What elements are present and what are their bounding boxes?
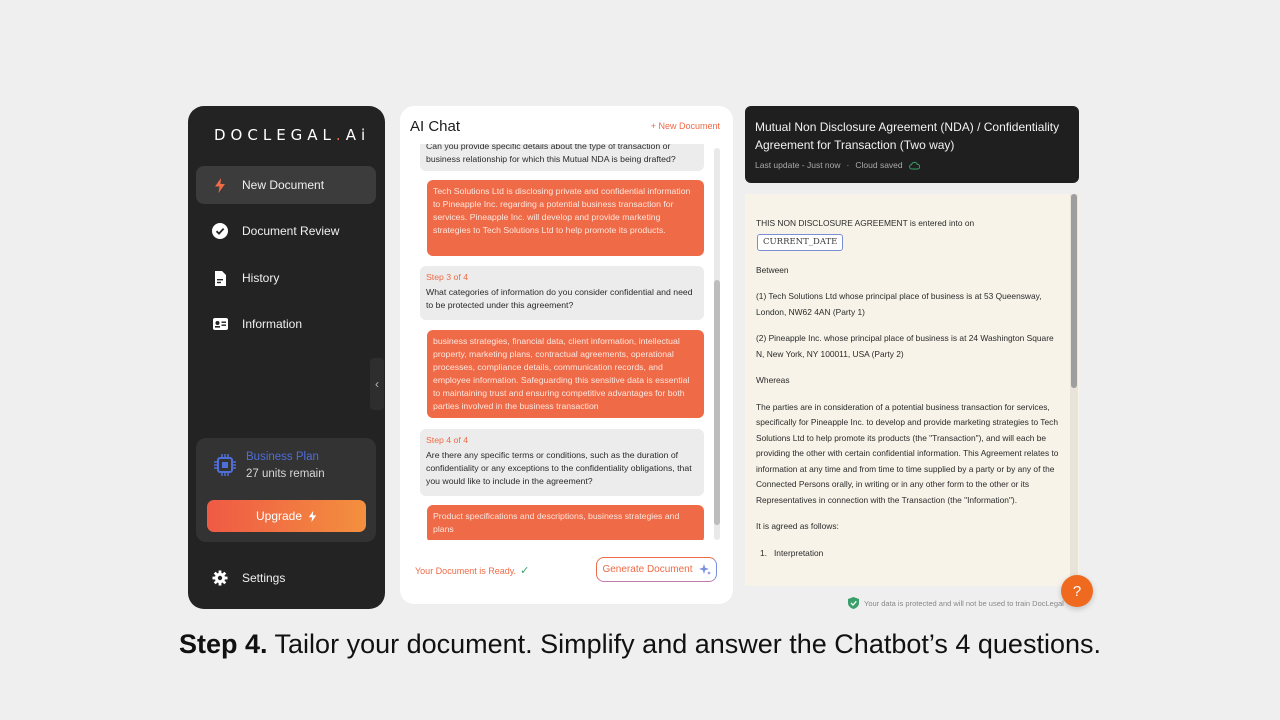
- document-scrollbar[interactable]: [1070, 194, 1078, 586]
- document-icon: [212, 270, 228, 286]
- data-protection-note: Your data is protected and will not be u…: [848, 597, 1064, 609]
- step-label: Step 3 of 4: [426, 272, 469, 282]
- sparkle-icon: [698, 563, 711, 575]
- plan-name: Business Plan: [246, 451, 319, 463]
- chat-title: AI Chat: [410, 118, 461, 135]
- help-button[interactable]: ?: [1061, 575, 1093, 607]
- doc-between: Between: [756, 264, 789, 275]
- sidebar-item-information[interactable]: Information: [196, 305, 376, 343]
- document-scrollbar-thumb[interactable]: [1071, 194, 1077, 388]
- shield-check-icon: [848, 597, 859, 609]
- doc-agreed: It is agreed as follows:: [756, 521, 839, 531]
- chat-scrollbar-thumb[interactable]: [714, 280, 720, 525]
- check-icon: ✓: [520, 565, 530, 577]
- sidebar-item-document-review[interactable]: Document Review: [196, 212, 376, 250]
- app-logo[interactable]: DOCLEGAL.Ai: [214, 126, 370, 144]
- document-preview[interactable]: THIS NON DISCLOSURE AGREEMENT is entered…: [745, 194, 1079, 586]
- generate-document-button[interactable]: Generate Document: [596, 557, 717, 582]
- sidebar: DOCLEGAL.Ai New Document Document Review…: [188, 106, 385, 609]
- doc-party-2: (2) Pineapple Inc. whose principal place…: [756, 333, 1054, 359]
- document-ready-status: Your Document is Ready. ✓: [415, 565, 530, 577]
- collapse-sidebar-chevron-icon[interactable]: ‹: [370, 358, 384, 410]
- sidebar-item-history[interactable]: History: [196, 259, 376, 297]
- step-caption: Step 4. Tailor your document. Simplify a…: [179, 629, 1101, 659]
- chat-scrollbar[interactable]: [714, 148, 720, 540]
- cloud-icon: [908, 161, 920, 169]
- doc-recital: The parties are in consideration of a po…: [756, 401, 1059, 505]
- doc-whereas: Whereas: [756, 375, 790, 385]
- chat-messages[interactable]: Can you provide specific details about t…: [400, 144, 733, 540]
- bot-message: Step 3 of 4 What categories of informati…: [420, 266, 704, 320]
- document-header: Mutual Non Disclosure Agreement (NDA) / …: [745, 106, 1079, 183]
- last-update: Last update - Just now: [755, 160, 841, 170]
- check-circle-icon: [212, 223, 228, 239]
- bot-message: Can you provide specific details about t…: [420, 144, 704, 171]
- bot-message: Step 4 of 4 Are there any specific terms…: [420, 429, 704, 496]
- doc-party-1: (1) Tech Solutions Ltd whose principal p…: [756, 291, 1042, 317]
- sidebar-item-settings[interactable]: Settings: [212, 570, 285, 586]
- current-date-placeholder[interactable]: CURRENT_DATE: [757, 233, 844, 251]
- plan-card: Business Plan 27 units remain Upgrade: [196, 438, 376, 542]
- gear-icon: [212, 570, 228, 586]
- document-title: Mutual Non Disclosure Agreement (NDA) / …: [755, 120, 1060, 152]
- new-document-link[interactable]: + New Document: [651, 121, 720, 131]
- user-message: Product specifications and descriptions,…: [427, 505, 704, 540]
- cloud-status: Cloud saved: [855, 160, 903, 170]
- sidebar-item-new-document[interactable]: New Document: [196, 166, 376, 204]
- document-meta: Last update - Just now · Cloud saved: [755, 160, 920, 170]
- id-card-icon: [212, 316, 228, 332]
- upgrade-button[interactable]: Upgrade: [207, 500, 366, 532]
- plan-units: 27 units remain: [246, 468, 325, 480]
- ai-chat-panel: AI Chat + New Document Can you provide s…: [400, 106, 733, 604]
- bolt-icon: [308, 510, 317, 522]
- chip-icon: [214, 454, 236, 476]
- user-message: Tech Solutions Ltd is disclosing private…: [427, 180, 704, 256]
- step-label: Step 4 of 4: [426, 435, 469, 445]
- bolt-icon: [212, 177, 228, 193]
- doc-intro: THIS NON DISCLOSURE AGREEMENT is entered…: [756, 218, 975, 228]
- user-message: business strategies, financial data, cli…: [427, 330, 704, 418]
- doc-clause-1: 1. Interpretation: [760, 547, 824, 558]
